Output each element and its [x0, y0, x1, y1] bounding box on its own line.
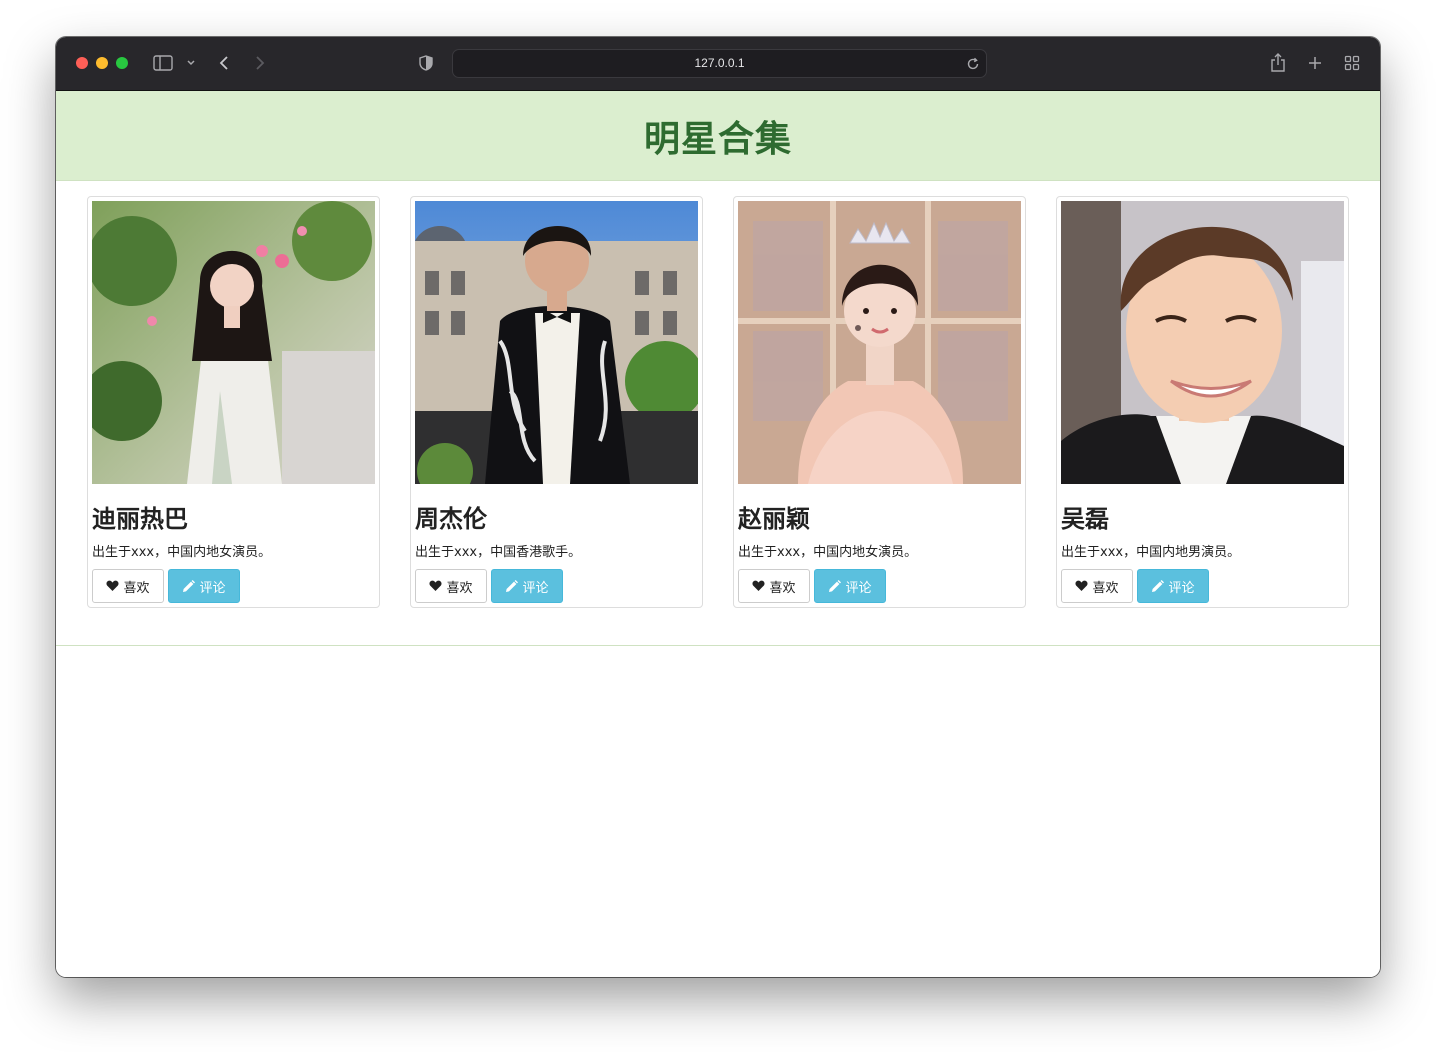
back-icon[interactable] — [216, 52, 232, 74]
star-photo[interactable] — [738, 201, 1021, 484]
comment-label: 评论 — [199, 580, 226, 596]
pencil-icon — [182, 579, 196, 593]
like-label: 喜欢 — [1092, 580, 1119, 596]
star-description: 出生于xxx，中国内地男演员。 — [1061, 545, 1241, 560]
card-panel: 迪丽热巴 出生于xxx，中国内地女演员。 喜欢 评论 周杰伦 出生于xxx，中国… — [56, 181, 1380, 646]
heart-icon — [752, 580, 766, 592]
like-label: 喜欢 — [769, 580, 796, 596]
star-card: 赵丽颖 出生于xxx，中国内地女演员。 喜欢 评论 — [733, 196, 1026, 608]
star-description: 出生于xxx，中国内地女演员。 — [738, 545, 918, 560]
minimize-window-button[interactable] — [96, 57, 108, 69]
star-description: 出生于xxx，中国内地女演员。 — [92, 545, 272, 560]
like-button[interactable]: 喜欢 — [92, 569, 164, 603]
pencil-icon — [828, 579, 842, 593]
zoom-window-button[interactable] — [116, 57, 128, 69]
share-icon[interactable] — [1269, 52, 1287, 74]
star-name: 周杰伦 — [415, 505, 487, 533]
page-header: 明星合集 — [56, 91, 1380, 181]
heart-icon — [1075, 580, 1089, 592]
comment-button[interactable]: 评论 — [814, 569, 886, 603]
like-button[interactable]: 喜欢 — [738, 569, 810, 603]
tab-overview-icon[interactable] — [1343, 52, 1361, 74]
star-photo[interactable] — [92, 201, 375, 484]
heart-icon — [429, 580, 443, 592]
shield-icon[interactable] — [418, 52, 434, 74]
star-name: 赵丽颖 — [738, 505, 810, 533]
star-name: 吴磊 — [1061, 505, 1109, 533]
forward-icon[interactable] — [252, 52, 268, 74]
browser-window: 127.0.0.1 明星合集 迪丽热巴 出生于xxx，中国内地女演员。 喜欢 评… — [56, 37, 1380, 977]
like-button[interactable]: 喜欢 — [415, 569, 487, 603]
comment-button[interactable]: 评论 — [168, 569, 240, 603]
star-card: 迪丽热巴 出生于xxx，中国内地女演员。 喜欢 评论 — [87, 196, 380, 608]
close-window-button[interactable] — [76, 57, 88, 69]
star-photo[interactable] — [415, 201, 698, 484]
address-bar[interactable]: 127.0.0.1 — [452, 49, 987, 78]
comment-button[interactable]: 评论 — [491, 569, 563, 603]
star-description: 出生于xxx，中国香港歌手。 — [415, 545, 582, 560]
star-photo[interactable] — [1061, 201, 1344, 484]
sidebar-toggle-icon[interactable] — [152, 52, 174, 74]
new-tab-icon[interactable] — [1306, 52, 1324, 74]
comment-label: 评论 — [845, 580, 872, 596]
page-content: 明星合集 迪丽热巴 出生于xxx，中国内地女演员。 喜欢 评论 周杰伦 出生于x… — [56, 91, 1380, 977]
like-button[interactable]: 喜欢 — [1061, 569, 1133, 603]
comment-button[interactable]: 评论 — [1137, 569, 1209, 603]
pencil-icon — [505, 579, 519, 593]
browser-toolbar: 127.0.0.1 — [56, 37, 1380, 91]
star-card: 周杰伦 出生于xxx，中国香港歌手。 喜欢 评论 — [410, 196, 703, 608]
chevron-down-icon[interactable] — [184, 52, 198, 74]
like-label: 喜欢 — [123, 580, 150, 596]
heart-icon — [106, 580, 120, 592]
url-text: 127.0.0.1 — [694, 56, 745, 70]
comment-label: 评论 — [522, 580, 549, 596]
pencil-icon — [1151, 579, 1165, 593]
star-name: 迪丽热巴 — [92, 505, 188, 533]
comment-label: 评论 — [1168, 580, 1195, 596]
like-label: 喜欢 — [446, 580, 473, 596]
star-card: 吴磊 出生于xxx，中国内地男演员。 喜欢 评论 — [1056, 196, 1349, 608]
reload-icon[interactable] — [966, 56, 980, 70]
page-title: 明星合集 — [643, 118, 792, 160]
